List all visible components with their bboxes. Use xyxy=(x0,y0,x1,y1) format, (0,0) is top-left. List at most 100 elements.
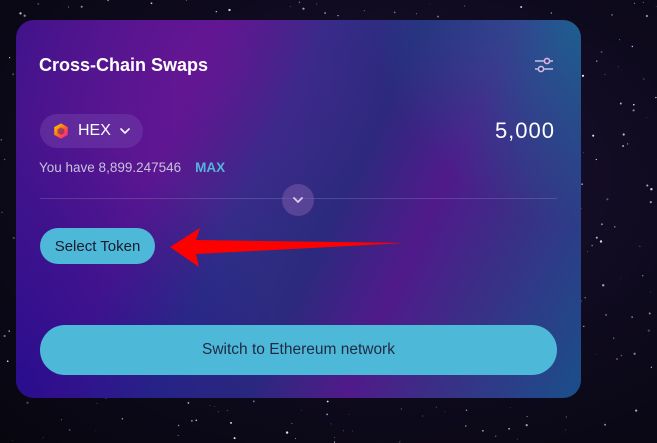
from-token-symbol: HEX xyxy=(78,122,111,139)
star xyxy=(600,50,603,53)
star xyxy=(650,188,653,191)
star xyxy=(645,14,649,18)
star xyxy=(595,158,597,161)
from-token-selector[interactable]: HEX xyxy=(40,114,143,148)
star xyxy=(592,134,595,137)
star xyxy=(233,437,236,440)
star xyxy=(591,244,593,247)
chevron-down-icon xyxy=(293,197,303,203)
switch-network-button[interactable]: Switch to Ethereum network xyxy=(40,325,557,375)
star xyxy=(584,297,586,299)
star xyxy=(333,441,336,443)
star xyxy=(650,366,653,368)
star xyxy=(295,438,296,440)
star xyxy=(330,423,332,425)
star xyxy=(285,431,289,434)
star xyxy=(643,78,645,80)
star xyxy=(649,201,652,204)
star xyxy=(583,152,585,154)
star xyxy=(635,409,638,412)
star xyxy=(482,430,484,432)
star xyxy=(647,329,650,332)
star xyxy=(213,406,215,408)
star xyxy=(516,438,518,440)
settings-button[interactable] xyxy=(533,54,555,76)
star xyxy=(526,415,528,418)
star xyxy=(465,409,468,411)
star xyxy=(195,419,198,422)
star xyxy=(618,38,621,41)
star xyxy=(298,1,301,3)
star xyxy=(642,1,644,3)
star xyxy=(324,12,326,14)
star xyxy=(107,0,109,2)
star xyxy=(177,424,180,427)
star xyxy=(633,103,635,106)
star xyxy=(348,414,350,415)
star xyxy=(617,66,619,68)
star xyxy=(8,330,10,332)
chevron-down-icon xyxy=(120,128,130,134)
star xyxy=(631,45,634,48)
star xyxy=(464,5,466,7)
star xyxy=(599,240,603,243)
star xyxy=(302,7,305,10)
star xyxy=(26,401,29,404)
star xyxy=(416,13,417,15)
star xyxy=(444,411,446,413)
star xyxy=(60,419,62,421)
star xyxy=(633,352,636,355)
star xyxy=(290,5,291,7)
star xyxy=(435,406,437,408)
star xyxy=(587,251,588,253)
star xyxy=(620,278,622,280)
balance-row: You have 8,899.247546 MAX xyxy=(39,160,225,175)
star xyxy=(600,223,603,226)
star xyxy=(334,437,336,439)
star xyxy=(583,325,585,328)
star xyxy=(655,5,657,7)
star xyxy=(228,8,231,12)
star xyxy=(217,411,220,413)
star xyxy=(95,430,97,432)
star xyxy=(565,416,567,418)
star xyxy=(520,6,523,8)
star xyxy=(9,57,11,59)
swap-direction-button[interactable] xyxy=(282,184,314,216)
star xyxy=(639,245,641,247)
balance-label: You have 8,899.247546 xyxy=(39,160,182,175)
star xyxy=(422,415,424,417)
star xyxy=(0,139,2,141)
hex-logo-icon xyxy=(54,123,68,139)
star xyxy=(645,116,647,118)
swap-card: Cross-Chain Swaps HEX 5,000 You have 8,8… xyxy=(16,20,581,398)
star xyxy=(565,429,567,431)
star xyxy=(642,275,644,277)
star xyxy=(631,316,633,318)
star xyxy=(229,421,233,424)
max-button[interactable]: MAX xyxy=(195,160,225,175)
star xyxy=(68,6,70,8)
star xyxy=(42,437,44,439)
star xyxy=(632,109,635,112)
star xyxy=(252,400,255,403)
star xyxy=(429,3,431,4)
from-amount[interactable]: 5,000 xyxy=(495,118,555,144)
star xyxy=(604,73,606,75)
star xyxy=(613,337,615,339)
star xyxy=(352,430,353,432)
star xyxy=(393,11,396,14)
star xyxy=(550,12,552,14)
star xyxy=(602,284,605,287)
star xyxy=(611,13,614,16)
select-token-button[interactable]: Select Token xyxy=(40,228,155,264)
star xyxy=(316,3,318,5)
star xyxy=(437,15,439,18)
star xyxy=(604,313,608,317)
star xyxy=(525,424,528,427)
star xyxy=(605,229,607,230)
star xyxy=(604,423,607,426)
star xyxy=(12,236,15,239)
star xyxy=(68,429,71,431)
sliders-icon xyxy=(535,57,553,73)
